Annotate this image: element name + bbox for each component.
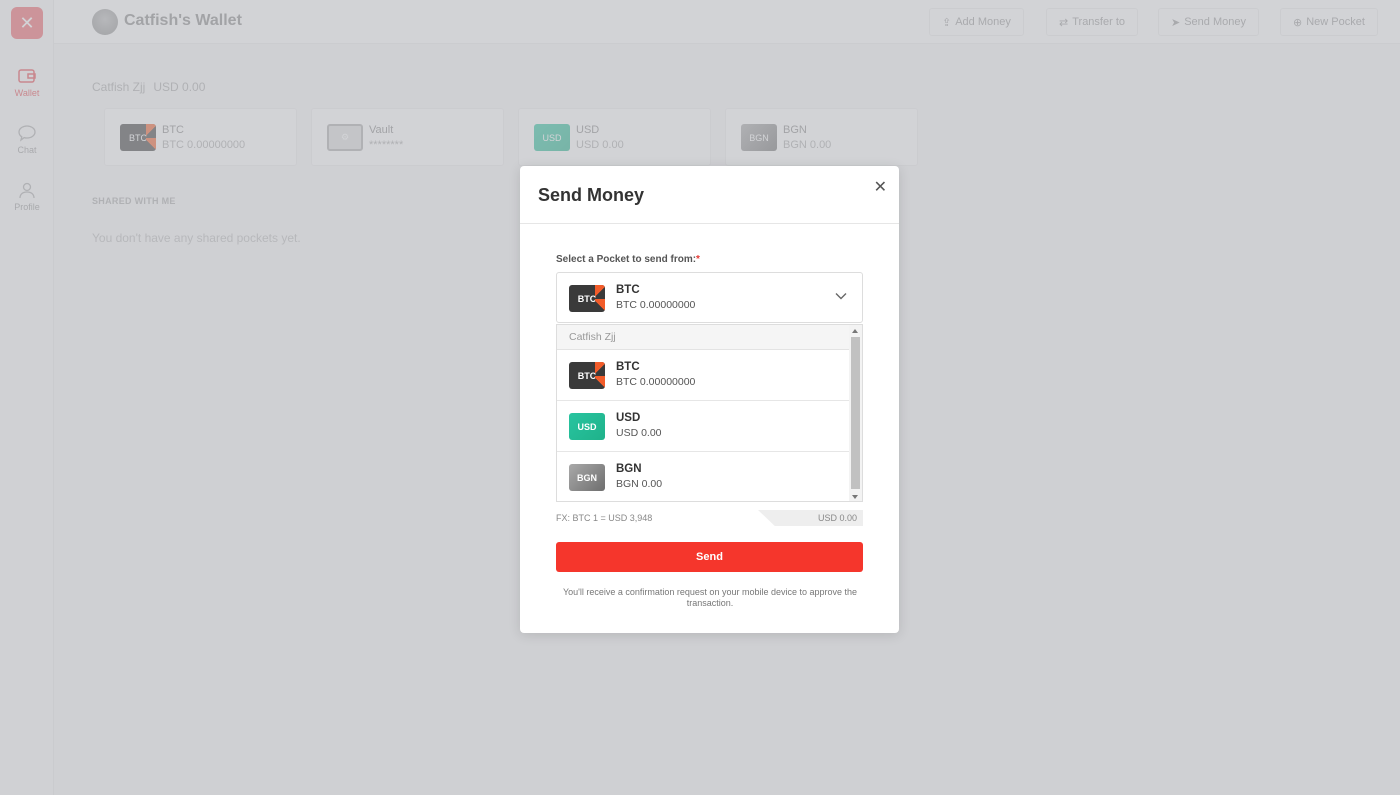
option-value: BTC 0.00000000 bbox=[616, 376, 696, 388]
chevron-down-icon[interactable] bbox=[834, 289, 848, 303]
fx-row: FX: BTC 1 = USD 3,948 USD 0.00 bbox=[556, 510, 863, 526]
option-name: BTC bbox=[616, 361, 640, 373]
option-name: BGN bbox=[616, 463, 642, 475]
dropdown-scrollbar[interactable] bbox=[849, 325, 862, 501]
fx-rate: FX: BTC 1 = USD 3,948 bbox=[556, 513, 653, 523]
close-icon[interactable]: ✕ bbox=[874, 177, 887, 197]
dropdown-option-usd[interactable]: USD USD USD 0.00 bbox=[557, 401, 850, 452]
selected-pocket-name: BTC bbox=[616, 284, 640, 296]
dropdown-option-btc[interactable]: BTC BTC BTC 0.00000000 bbox=[557, 350, 850, 401]
btc-badge-icon: BTC bbox=[569, 285, 605, 312]
pocket-select-label: Select a Pocket to send from:* bbox=[556, 254, 700, 265]
scrollbar-thumb[interactable] bbox=[851, 337, 860, 489]
pocket-select[interactable]: BTC BTC BTC 0.00000000 bbox=[556, 272, 863, 323]
converted-amount: USD 0.00 bbox=[758, 510, 863, 526]
option-name: USD bbox=[616, 412, 641, 424]
option-value: USD 0.00 bbox=[616, 427, 662, 439]
dropdown-option-bgn[interactable]: BGN BGN BGN 0.00 bbox=[557, 452, 850, 501]
dropdown-group-label: Catfish Zjj bbox=[557, 325, 850, 350]
modal-header: Send Money ✕ bbox=[520, 166, 899, 224]
usd-badge-icon: USD bbox=[569, 413, 605, 440]
btc-badge-icon: BTC bbox=[569, 362, 605, 389]
confirmation-note: You'll receive a confirmation request on… bbox=[562, 587, 858, 608]
modal-title: Send Money bbox=[538, 185, 645, 205]
pocket-dropdown: Catfish Zjj BTC BTC BTC 0.00000000 USD U… bbox=[556, 324, 863, 502]
selected-pocket-value: BTC 0.00000000 bbox=[616, 299, 696, 311]
scroll-up-arrow-icon[interactable] bbox=[852, 329, 858, 333]
send-money-modal: Send Money ✕ Select a Pocket to send fro… bbox=[520, 166, 899, 633]
required-mark: * bbox=[696, 254, 700, 265]
bgn-badge-icon: BGN bbox=[569, 464, 605, 491]
send-button[interactable]: Send bbox=[556, 542, 863, 572]
scroll-down-arrow-icon[interactable] bbox=[852, 495, 858, 499]
option-value: BGN 0.00 bbox=[616, 478, 663, 490]
